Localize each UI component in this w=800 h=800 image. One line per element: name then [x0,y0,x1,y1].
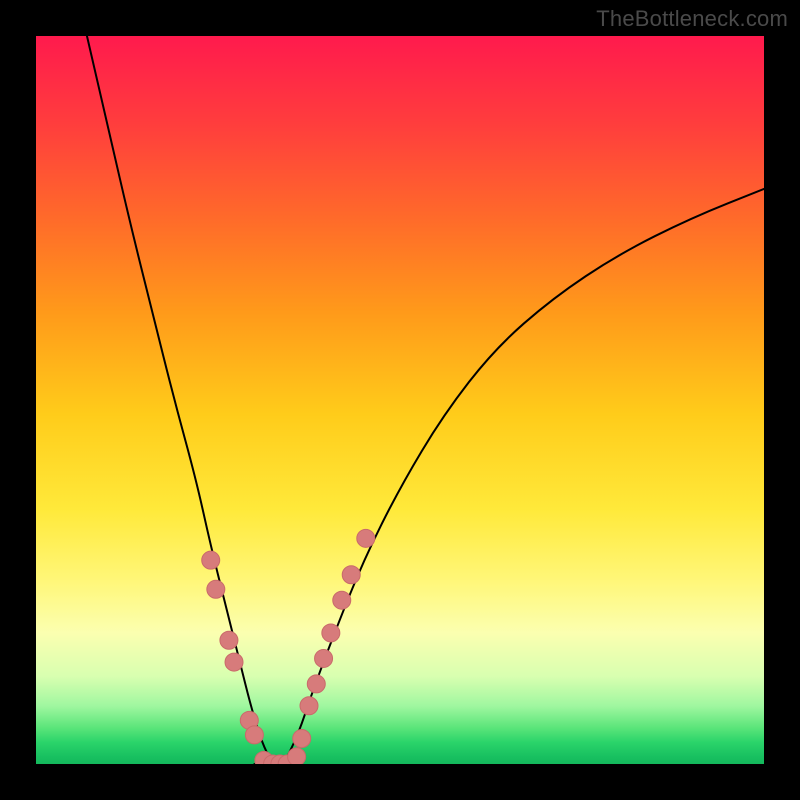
data-marker [342,566,360,584]
marker-group [202,529,375,764]
chart-svg [36,36,764,764]
chart-frame: TheBottleneck.com [0,0,800,800]
data-marker [202,551,220,569]
data-marker [288,748,306,764]
data-marker [225,653,243,671]
data-marker [333,591,351,609]
data-marker [207,580,225,598]
curve-group [87,36,764,764]
data-marker [357,529,375,547]
data-marker [293,730,311,748]
curve-right-branch [284,189,764,764]
data-marker [300,697,318,715]
data-marker [307,675,325,693]
data-marker [220,631,238,649]
data-marker [322,624,340,642]
data-marker [245,726,263,744]
watermark-text: TheBottleneck.com [596,6,788,32]
curve-left-branch [87,36,273,764]
data-marker [315,649,333,667]
plot-area [36,36,764,764]
